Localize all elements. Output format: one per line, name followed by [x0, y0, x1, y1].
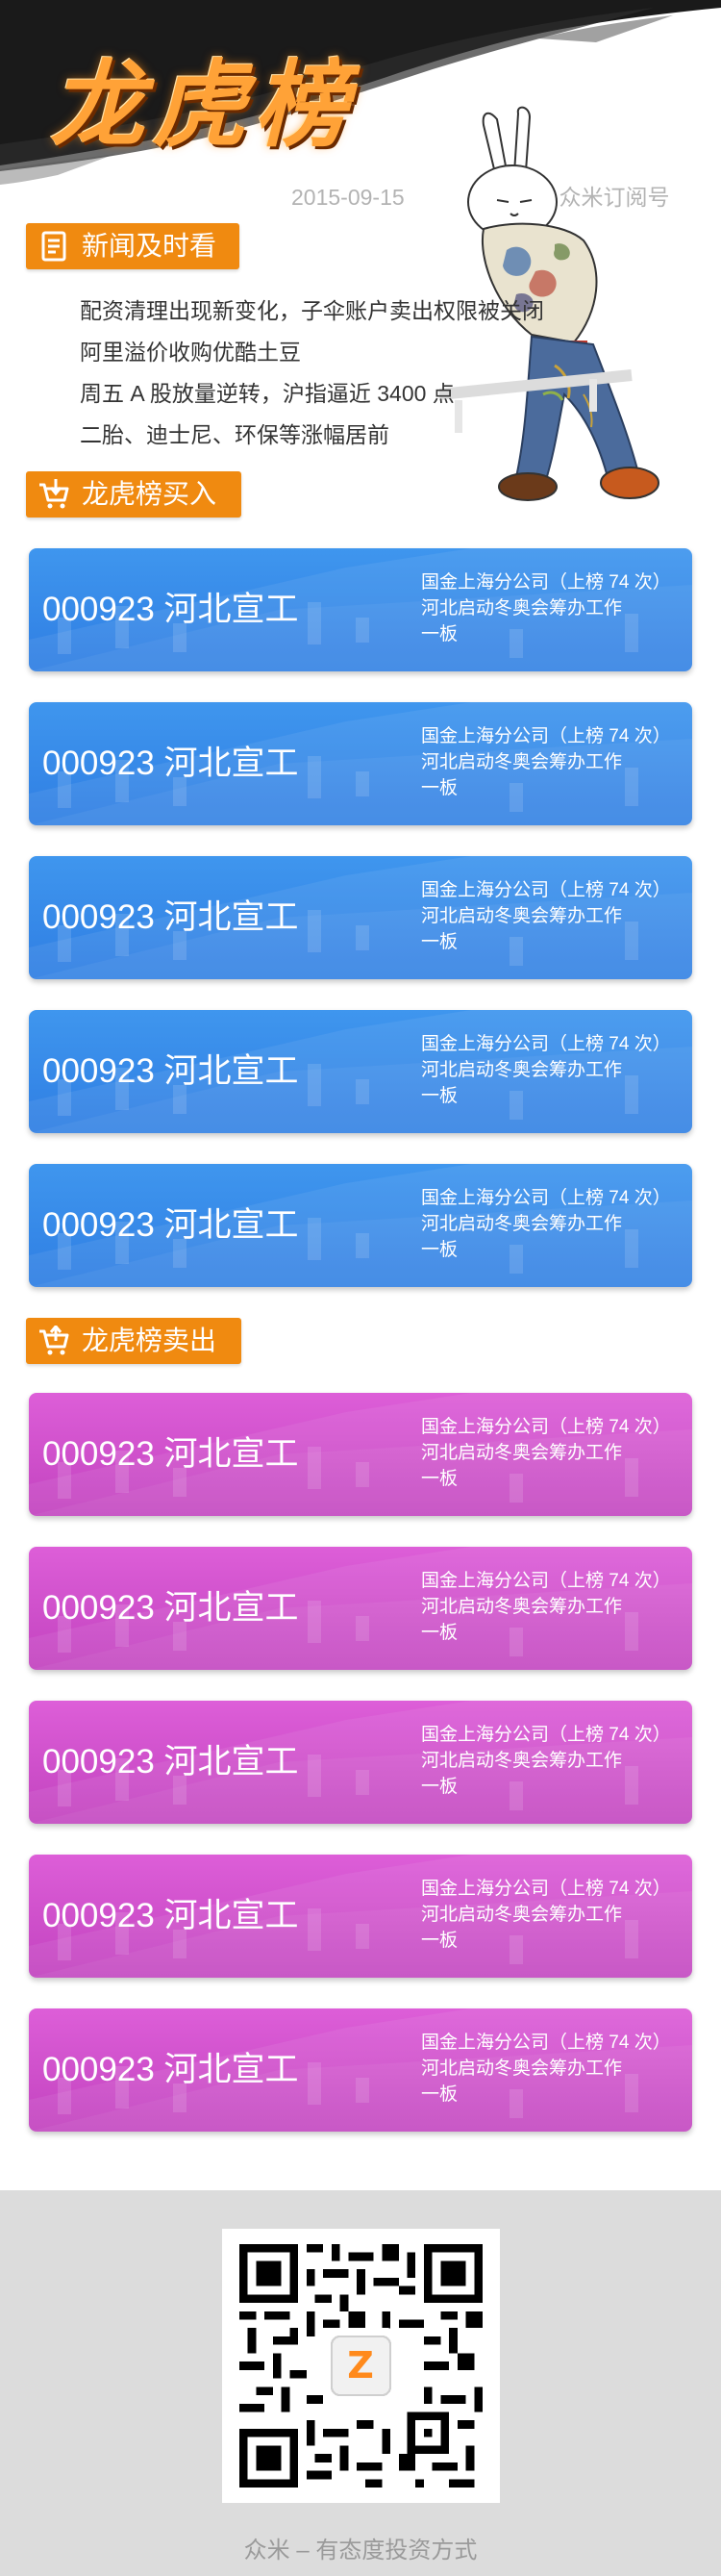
broker-text: 国金上海分公司（上榜 74 次）: [421, 1188, 671, 1208]
stock-code-name: 000923 河北宣工: [42, 1897, 299, 1934]
buy-stock-card[interactable]: 000923 河北宣工 国金上海分公司（上榜 74 次） 河北启动冬奥会筹办工作…: [29, 548, 692, 671]
stock-code-name: 000923 河北宣工: [42, 591, 299, 628]
broker-text: 国金上海分公司（上榜 74 次）: [421, 2033, 671, 2053]
board-text: 一板: [421, 1086, 459, 1106]
document-list-icon: [41, 231, 66, 262]
publish-date: 2015-09-15: [291, 185, 405, 210]
broker-text: 国金上海分公司（上榜 74 次）: [421, 1417, 671, 1437]
stock-info: 国金上海分公司（上榜 74 次） 河北启动冬奥会筹办工作 一板: [421, 1722, 671, 1800]
broker-text: 国金上海分公司（上榜 74 次）: [421, 1725, 671, 1745]
stock-code-name: 000923 河北宣工: [42, 898, 299, 936]
footer-slogan: 众米 – 有态度投资方式: [243, 2538, 478, 2563]
stock-info: 国金上海分公司（上榜 74 次） 河北启动冬奥会筹办工作 一板: [421, 1031, 671, 1109]
stock-code-name: 000923 河北宣工: [42, 1589, 299, 1627]
reason-text: 河北启动冬奥会筹办工作: [421, 2058, 623, 2079]
stock-info: 国金上海分公司（上榜 74 次） 河北启动冬奥会筹办工作 一板: [421, 877, 671, 955]
broker-text: 国金上海分公司（上榜 74 次）: [421, 572, 671, 593]
reason-text: 河北启动冬奥会筹办工作: [421, 598, 623, 619]
news-item[interactable]: 周五 A 股放量逆转，沪指逼近 3400 点: [80, 373, 544, 415]
news-section-header: 新闻及时看: [26, 223, 239, 269]
reason-text: 河北启动冬奥会筹办工作: [421, 1751, 623, 1771]
broker-text: 国金上海分公司（上榜 74 次）: [421, 880, 671, 900]
qr-code-panel[interactable]: Z: [222, 2229, 500, 2503]
stock-code-name: 000923 河北宣工: [42, 2051, 299, 2088]
buy-stock-card[interactable]: 000923 河北宣工 国金上海分公司（上榜 74 次） 河北启动冬奥会筹办工作…: [29, 1010, 692, 1133]
stock-code-name: 000923 河北宣工: [42, 1435, 299, 1473]
reason-text: 河北启动冬奥会筹办工作: [421, 906, 623, 926]
sell-stock-card[interactable]: 000923 河北宣工 国金上海分公司（上榜 74 次） 河北启动冬奥会筹办工作…: [29, 1393, 692, 1516]
stock-info: 国金上海分公司（上榜 74 次） 河北启动冬奥会筹办工作 一板: [421, 723, 671, 801]
board-text: 一板: [421, 778, 459, 798]
sell-stock-card[interactable]: 000923 河北宣工 国金上海分公司（上榜 74 次） 河北启动冬奥会筹办工作…: [29, 1855, 692, 1978]
sell-section-label: 龙虎榜卖出: [82, 1326, 217, 1355]
reason-text: 河北启动冬奥会筹办工作: [421, 1060, 623, 1080]
board-text: 一板: [421, 1240, 459, 1260]
stock-code-name: 000923 河北宣工: [42, 1743, 299, 1780]
reason-text: 河北启动冬奥会筹办工作: [421, 1597, 623, 1617]
board-text: 一板: [421, 1469, 459, 1489]
buy-stock-card[interactable]: 000923 河北宣工 国金上海分公司（上榜 74 次） 河北启动冬奥会筹办工作…: [29, 856, 692, 979]
board-text: 一板: [421, 2084, 459, 2105]
stock-info: 国金上海分公司（上榜 74 次） 河北启动冬奥会筹办工作 一板: [421, 1414, 671, 1492]
stock-code-name: 000923 河北宣工: [42, 745, 299, 782]
news-item[interactable]: 配资清理出现新变化，子伞账户卖出权限被关闭: [80, 290, 544, 332]
board-text: 一板: [421, 932, 459, 952]
reason-text: 河北启动冬奥会筹办工作: [421, 1905, 623, 1925]
board-text: 一板: [421, 1623, 459, 1643]
stock-code-name: 000923 河北宣工: [42, 1206, 299, 1244]
stock-info: 国金上海分公司（上榜 74 次） 河北启动冬奥会筹办工作 一板: [421, 2030, 671, 2108]
stock-info: 国金上海分公司（上榜 74 次） 河北启动冬奥会筹办工作 一板: [421, 1876, 671, 1954]
board-text: 一板: [421, 1931, 459, 1951]
cart-down-arrow-icon: [39, 479, 69, 509]
broker-text: 国金上海分公司（上榜 74 次）: [421, 726, 671, 746]
sell-section-header: 龙虎榜卖出: [26, 1318, 241, 1364]
sell-stock-card[interactable]: 000923 河北宣工 国金上海分公司（上榜 74 次） 河北启动冬奥会筹办工作…: [29, 2008, 692, 2132]
board-text: 一板: [421, 1777, 459, 1797]
buy-stock-card[interactable]: 000923 河北宣工 国金上海分公司（上榜 74 次） 河北启动冬奥会筹办工作…: [29, 702, 692, 825]
cart-up-arrow-icon: [39, 1326, 69, 1355]
news-section-label: 新闻及时看: [82, 231, 217, 261]
news-list: 配资清理出现新变化，子伞账户卖出权限被关闭 阿里溢价收购优酷土豆 周五 A 股放…: [80, 290, 544, 456]
stock-info: 国金上海分公司（上榜 74 次） 河北启动冬奥会筹办工作 一板: [421, 1568, 671, 1646]
zhongmi-logo-icon: Z: [347, 2344, 374, 2387]
stock-code-name: 000923 河北宣工: [42, 1052, 299, 1090]
broker-text: 国金上海分公司（上榜 74 次）: [421, 1571, 671, 1591]
broker-text: 国金上海分公司（上榜 74 次）: [421, 1034, 671, 1054]
banner-title: 龙虎榜: [50, 19, 435, 161]
reason-text: 河北启动冬奥会筹办工作: [421, 1443, 623, 1463]
stock-info: 国金上海分公司（上榜 74 次） 河北启动冬奥会筹办工作 一板: [421, 1185, 671, 1263]
news-item[interactable]: 阿里溢价收购优酷土豆: [80, 332, 544, 373]
stock-info: 国金上海分公司（上榜 74 次） 河北启动冬奥会筹办工作 一板: [421, 569, 671, 647]
buy-stock-card[interactable]: 000923 河北宣工 国金上海分公司（上榜 74 次） 河北启动冬奥会筹办工作…: [29, 1164, 692, 1287]
board-text: 一板: [421, 624, 459, 644]
broker-text: 国金上海分公司（上榜 74 次）: [421, 1879, 671, 1899]
sell-stock-card[interactable]: 000923 河北宣工 国金上海分公司（上榜 74 次） 河北启动冬奥会筹办工作…: [29, 1701, 692, 1824]
reason-text: 河北启动冬奥会筹办工作: [421, 1214, 623, 1234]
buy-section-label: 龙虎榜买入: [82, 479, 217, 509]
banner-title-text: 龙虎榜: [50, 50, 357, 161]
sell-stock-card[interactable]: 000923 河北宣工 国金上海分公司（上榜 74 次） 河北启动冬奥会筹办工作…: [29, 1547, 692, 1670]
footer: Z 众米 – 有态度投资方式: [0, 2190, 721, 2576]
news-item[interactable]: 二胎、迪士尼、环保等涨幅居前: [80, 415, 544, 456]
qr-logo-text: Z: [347, 2344, 374, 2387]
reason-text: 河北启动冬奥会筹办工作: [421, 752, 623, 772]
buy-section-header: 龙虎榜买入: [26, 471, 241, 518]
